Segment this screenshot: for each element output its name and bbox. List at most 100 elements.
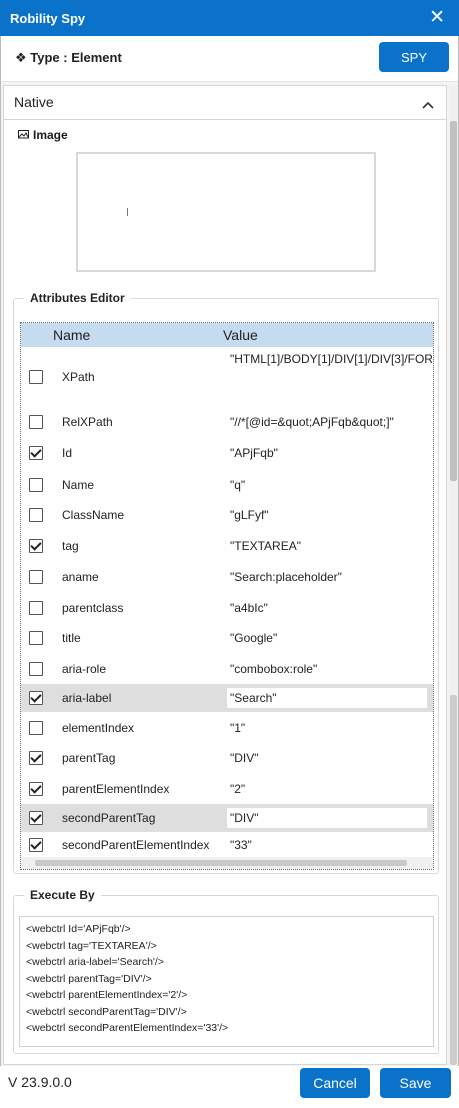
attribute-row[interactable]: secondParentElementIndex "33" bbox=[21, 832, 433, 857]
scrollbar-thumb[interactable] bbox=[450, 121, 457, 481]
native-label: Native bbox=[14, 94, 54, 110]
attribute-name: parentclass bbox=[62, 601, 124, 615]
attribute-checkbox[interactable] bbox=[29, 478, 43, 492]
attribute-name: Name bbox=[62, 478, 95, 492]
scrollbar-thumb[interactable] bbox=[450, 695, 457, 1065]
attribute-name: parentElementIndex bbox=[62, 782, 170, 796]
attribute-row[interactable]: parentclass "a4bIc" bbox=[21, 592, 433, 623]
attribute-checkbox[interactable] bbox=[29, 838, 43, 852]
execute-line: <webctrl aria-label='Search'/> bbox=[26, 956, 164, 968]
footer: V 23.9.0.0 Cancel Save bbox=[0, 1066, 459, 1108]
attribute-name: parentTag bbox=[62, 751, 116, 765]
native-section-header[interactable]: Native bbox=[4, 86, 446, 120]
cancel-button[interactable]: Cancel bbox=[300, 1068, 370, 1098]
attribute-value: "combobox:role" bbox=[230, 662, 318, 676]
horizontal-scrollbar[interactable] bbox=[21, 857, 433, 869]
attribute-checkbox[interactable] bbox=[29, 631, 43, 645]
attribute-checkbox[interactable] bbox=[29, 539, 43, 553]
close-icon[interactable]: ✕ bbox=[429, 8, 445, 27]
execute-line: <webctrl tag='TEXTAREA'/> bbox=[26, 939, 157, 952]
window-title: Robility Spy bbox=[10, 10, 86, 26]
attribute-row[interactable]: aname "Search:placeholder" bbox=[21, 562, 433, 592]
attribute-name: title bbox=[62, 631, 81, 645]
attribute-row[interactable]: secondParentTag "DIV" bbox=[21, 804, 433, 832]
attribute-name: tag bbox=[62, 539, 79, 553]
scrollbar-thumb[interactable] bbox=[35, 860, 407, 866]
attributes-editor: Attributes Editor Name Value XPath "HTML[… bbox=[13, 291, 439, 874]
attribute-name: secondParentElementIndex bbox=[62, 838, 210, 852]
attribute-value: "q" bbox=[230, 478, 246, 492]
column-header-value[interactable]: Value bbox=[223, 327, 258, 343]
execute-line: <webctrl secondParentElementIndex='33'/> bbox=[26, 1022, 229, 1034]
attribute-row[interactable]: XPath "HTML[1]/BODY[1]/DIV[1]/DIV[3]/FORM… bbox=[21, 347, 433, 407]
attributes-editor-legend: Attributes Editor bbox=[30, 291, 125, 305]
execute-line: <webctrl parentElementIndex='2'/> bbox=[26, 989, 188, 1001]
attribute-row[interactable]: aria-role "combobox:role" bbox=[21, 653, 433, 684]
attribute-value: "DIV" bbox=[230, 751, 259, 765]
chevron-up-icon[interactable] bbox=[422, 96, 434, 114]
attribute-row[interactable]: ClassName "gLFyf" bbox=[21, 500, 433, 530]
attribute-value: "HTML[1]/BODY[1]/DIV[1]/DIV[3]/FORM[1]/D… bbox=[230, 352, 433, 366]
save-button[interactable]: Save bbox=[380, 1068, 451, 1098]
execute-line: <webctrl secondParentTag='DIV'/> bbox=[26, 1005, 187, 1018]
attribute-checkbox[interactable] bbox=[29, 370, 43, 384]
attribute-checkbox[interactable] bbox=[29, 782, 43, 796]
attribute-checkbox[interactable] bbox=[29, 415, 43, 429]
attribute-name: aria-label bbox=[62, 691, 112, 705]
attribute-name: ClassName bbox=[62, 508, 125, 522]
attribute-row[interactable]: tag "TEXTAREA" bbox=[21, 530, 433, 562]
attribute-name: RelXPath bbox=[62, 415, 113, 429]
title-bar: Robility Spy ✕ bbox=[0, 0, 459, 36]
attribute-checkbox[interactable] bbox=[29, 570, 43, 584]
vertical-scrollbar[interactable] bbox=[449, 85, 458, 1065]
attribute-value: "//*[@id=&quot;APjFqb&quot;]" bbox=[230, 415, 394, 429]
attribute-row[interactable]: parentElementIndex "2" bbox=[21, 773, 433, 804]
attribute-value: "gLFyf" bbox=[230, 508, 269, 522]
attribute-checkbox[interactable] bbox=[29, 691, 43, 705]
attribute-checkbox[interactable] bbox=[29, 662, 43, 676]
execute-by-section: Execute By <webctrl Id='APjFqb'/> <webctr… bbox=[13, 888, 439, 1054]
attribute-name: XPath bbox=[62, 370, 95, 384]
attribute-value: "1" bbox=[230, 721, 246, 735]
execute-line: <webctrl Id='APjFqb'/> bbox=[26, 923, 131, 935]
attribute-value: "33" bbox=[230, 838, 252, 852]
attribute-value: "a4bIc" bbox=[230, 601, 268, 615]
attribute-value[interactable]: "DIV" bbox=[227, 808, 427, 828]
attributes-grid: Name Value XPath "HTML[1]/BODY[1]/DIV[1]/… bbox=[20, 322, 434, 870]
attribute-name: aria-role bbox=[62, 662, 107, 676]
grid-header: Name Value bbox=[21, 323, 433, 347]
attribute-name: aname bbox=[62, 570, 99, 584]
text-cursor bbox=[127, 208, 128, 216]
attribute-name: elementIndex bbox=[62, 721, 135, 735]
attribute-row[interactable]: Name "q" bbox=[21, 469, 433, 500]
type-label: ❖ Type : Element bbox=[15, 50, 122, 65]
attribute-row[interactable]: parentTag "DIV" bbox=[21, 743, 433, 773]
image-label-row: Image bbox=[18, 128, 68, 142]
attribute-value: "APjFqb" bbox=[230, 446, 278, 460]
attribute-checkbox[interactable] bbox=[29, 751, 43, 765]
content-panel: Native Image Attributes Editor Name Valu… bbox=[3, 85, 447, 1065]
attribute-name: secondParentTag bbox=[62, 811, 156, 825]
attribute-row[interactable]: elementIndex "1" bbox=[21, 712, 433, 743]
attribute-checkbox[interactable] bbox=[29, 508, 43, 522]
spy-button[interactable]: SPY bbox=[379, 42, 449, 72]
attribute-row[interactable]: aria-label "Search" bbox=[21, 684, 433, 712]
image-preview bbox=[76, 152, 376, 272]
attribute-row[interactable]: title "Google" bbox=[21, 623, 433, 653]
attribute-name: Id bbox=[62, 446, 73, 460]
execute-by-text[interactable]: <webctrl Id='APjFqb'/> <webctrl tag='TEXT… bbox=[19, 916, 434, 1047]
attribute-row[interactable]: RelXPath "//*[@id=&quot;APjFqb&quot;]" bbox=[21, 407, 433, 437]
column-header-name[interactable]: Name bbox=[53, 327, 90, 343]
attribute-checkbox[interactable] bbox=[29, 721, 43, 735]
attribute-checkbox[interactable] bbox=[29, 601, 43, 615]
image-icon bbox=[18, 128, 29, 142]
attribute-row[interactable]: Id "APjFqb" bbox=[21, 437, 433, 469]
attribute-value[interactable]: "Search" bbox=[227, 688, 427, 708]
image-label: Image bbox=[33, 128, 68, 142]
attribute-value: "2" bbox=[230, 782, 246, 796]
attribute-checkbox[interactable] bbox=[29, 446, 43, 460]
main-panel: ❖ Type : Element SPY Native Image Attrib… bbox=[0, 36, 459, 1066]
version-label: V 23.9.0.0 bbox=[8, 1074, 72, 1090]
attribute-checkbox[interactable] bbox=[29, 811, 43, 825]
attribute-value: "Search:placeholder" bbox=[230, 570, 342, 584]
